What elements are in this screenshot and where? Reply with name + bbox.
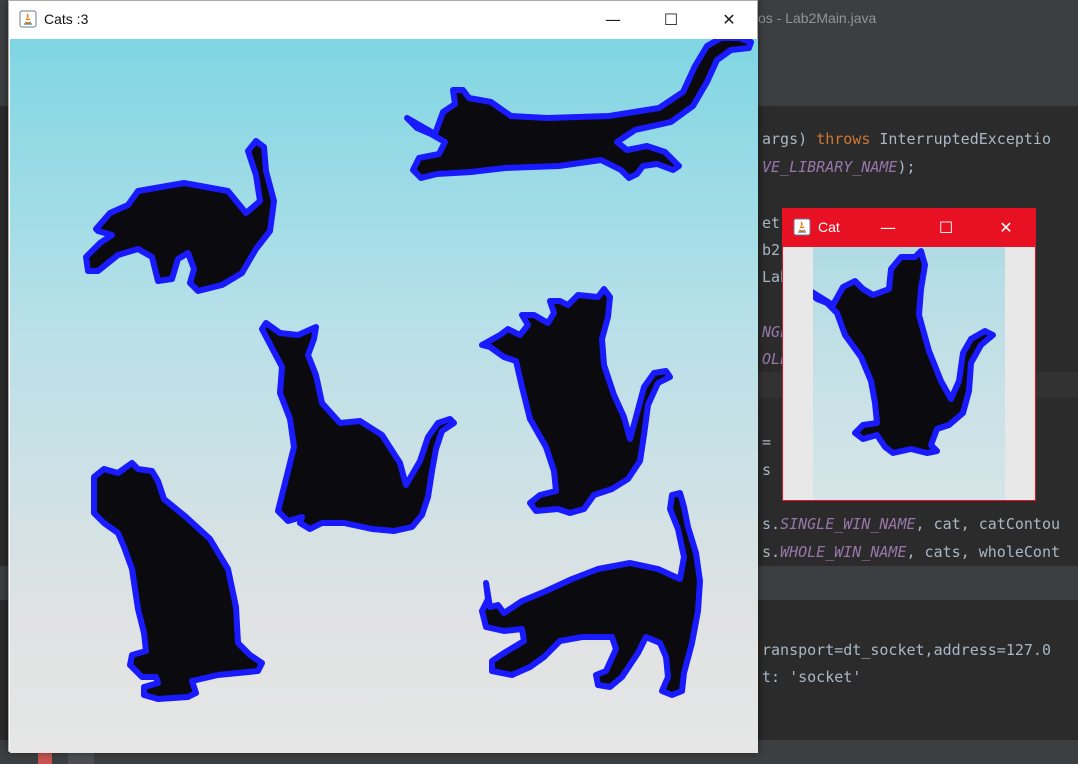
close-icon: ✕ [722,10,736,29]
code-token: et [762,214,781,232]
code-token: = [762,433,772,451]
minimize-icon: — [605,10,621,29]
cat-window-titlebar[interactable]: Cat — ☐ ✕ [783,209,1035,247]
code-token: , cat, catContou [915,515,1061,533]
code-token: WHOLE_WIN_NAME [780,543,907,561]
cat-silhouette-single [804,248,996,456]
code-token: , cats, wholeCont [906,543,1061,561]
code-token: b2 [762,241,781,259]
single-cat-canvas [804,247,1005,500]
minimize-button[interactable]: — [584,1,642,39]
java-app-icon [19,10,37,28]
close-button[interactable]: ✕ [977,209,1035,247]
cat-silhouette-leaping [404,35,754,181]
code-token: s [762,461,772,479]
code-line[interactable]: args) throws InterruptedExceptio [762,130,1051,148]
maximize-icon: ☐ [663,10,679,29]
close-button[interactable]: ✕ [700,1,758,39]
code-token: InterruptedExceptio [870,130,1051,148]
code-token: VE_LIBRARY_NAME [762,158,898,176]
ide-title: os - Lab2Main.java [758,10,877,26]
stop-icon[interactable] [38,752,52,764]
code-line[interactable]: VE_LIBRARY_NAME); [762,158,916,176]
cats-window-titlebar[interactable]: Cats :3 — ☐ ✕ [9,1,757,39]
code-token: s. [762,515,781,533]
window-title: Cat [818,219,840,235]
cat-silhouette-sitting-left [91,460,265,702]
cat-silhouette-crouching [83,138,277,294]
code-line[interactable]: s.WHOLE_WIN_NAME, cats, wholeCont [762,543,1060,561]
code-line[interactable]: s.SINGLE_WIN_NAME, cat, catContou [762,515,1060,533]
code-token: SINGLE_WIN_NAME [780,515,916,533]
maximize-button[interactable]: ☐ [642,1,700,39]
code-line[interactable]: = [762,433,771,451]
window-title: Cats :3 [44,11,89,27]
maximize-button[interactable]: ☐ [917,209,975,247]
cat-silhouette-sitting [259,320,457,534]
code-token: throws [816,130,871,148]
console-line: t: 'socket' [762,668,862,686]
cats-window: Cats :3 — ☐ ✕ [8,0,758,753]
minimize-icon: — [880,218,896,237]
code-token: s. [762,543,781,561]
minimize-button[interactable]: — [859,209,917,247]
cats-image-canvas [10,35,758,753]
console-line: ransport=dt_socket,address=127.0 [762,641,1051,659]
close-icon: ✕ [999,218,1013,237]
maximize-icon: ☐ [938,218,954,237]
code-token: args) [762,130,817,148]
code-line[interactable]: et [762,214,780,232]
java-app-icon [793,218,811,236]
cat-silhouette-stretching [479,490,703,698]
cat-silhouette-standing [479,286,673,516]
code-token: ); [897,158,916,176]
cat-silhouettes [83,35,754,702]
cat-window: Cat — ☐ ✕ [782,208,1036,501]
